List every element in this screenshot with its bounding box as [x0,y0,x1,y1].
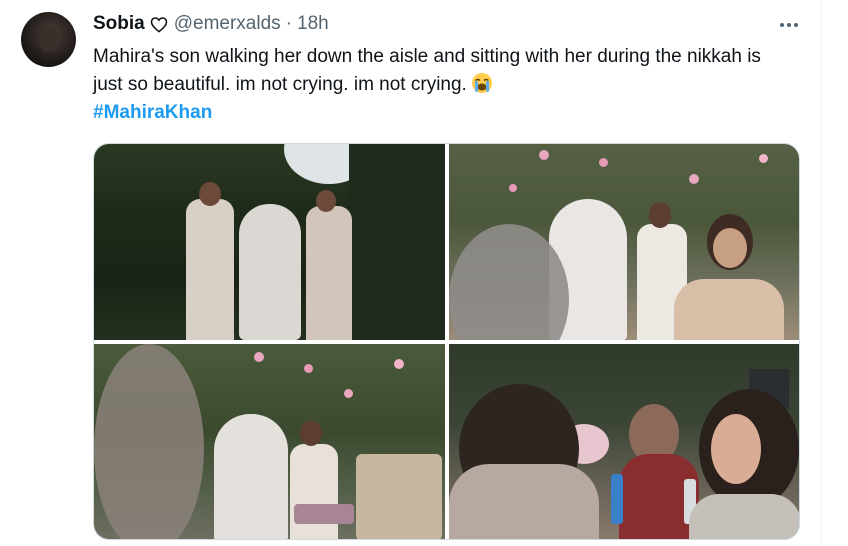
timestamp[interactable]: 18h [297,13,329,35]
tweet-text-content: Mahira's son walking her down the aisle … [93,43,793,99]
avatar[interactable] [21,12,76,67]
column-divider [821,0,822,546]
more-options-icon[interactable] [776,18,802,32]
photo-2[interactable] [449,144,799,340]
photo-4[interactable] [449,344,799,539]
loudly-crying-face-emoji-icon [471,72,493,94]
tweet-text: Mahira's son walking her down the aisle … [93,46,761,95]
heart-icon [150,16,168,33]
separator-dot: · [285,13,292,34]
author-name[interactable]: Sobia [93,13,145,35]
hashtag-link[interactable]: #MahiraKhan [93,102,212,123]
author-handle[interactable]: @emerxalds [174,13,281,35]
photo-3[interactable] [94,344,445,539]
photo-1[interactable] [94,144,445,340]
tweet-body: Mahira's son walking her down the aisle … [93,43,793,127]
media-grid [93,143,800,540]
tweet-header: Sobia @emerxalds · 18h [93,12,329,36]
